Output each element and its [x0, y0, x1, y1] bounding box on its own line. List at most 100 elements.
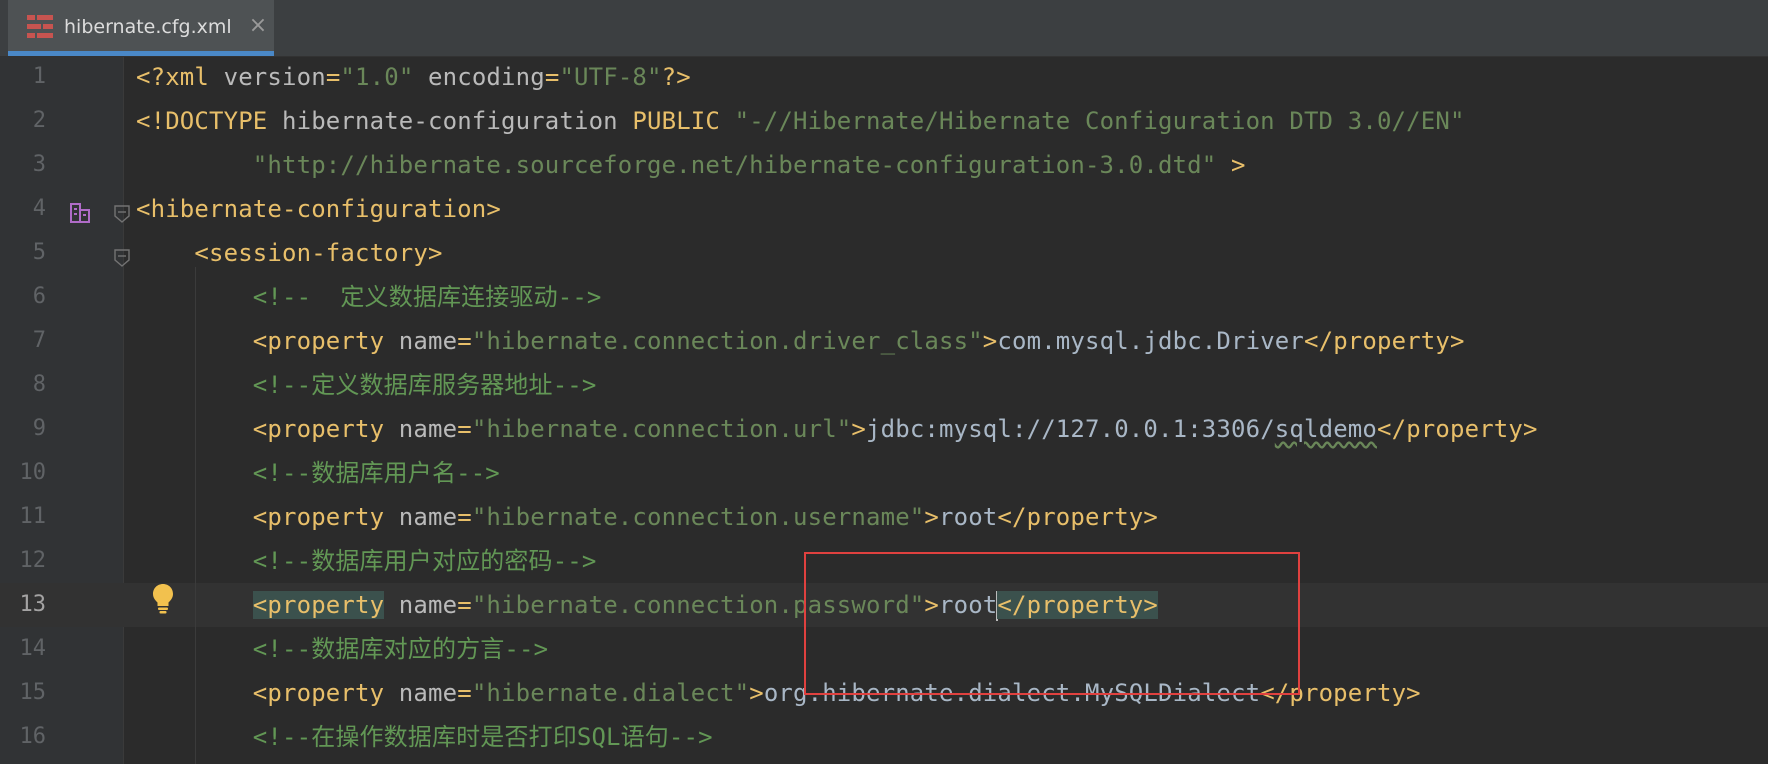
code-token: <property [136, 679, 399, 707]
code-line[interactable]: 5 <session-factory> [0, 231, 1768, 275]
line-number: 16 [19, 724, 47, 749]
code-token: "hibernate.connection.username" [471, 503, 925, 531]
code-token: </property> [997, 503, 1158, 531]
highlight-box [804, 552, 1300, 695]
line-number: 1 [32, 64, 46, 89]
code-token: "1.0" [340, 63, 414, 91]
code-token: > [1216, 151, 1246, 179]
code-line[interactable]: 8 <!--定义数据库服务器地址--> [0, 363, 1768, 407]
code-token: "http://hibernate.sourceforge.net/hibern… [136, 151, 1217, 179]
code-token: = [457, 327, 472, 355]
line-number: 11 [19, 504, 47, 529]
line-number: 9 [32, 416, 46, 441]
code-line[interactable]: 3 "http://hibernate.sourceforge.net/hibe… [0, 143, 1768, 187]
code-text: <?xml version="1.0" encoding="UTF-8"?> [136, 55, 691, 99]
code-token: <!--数据库用户对应的密码--> [136, 547, 597, 575]
code-text: <!--定义数据库服务器地址--> [136, 363, 597, 407]
code-token: ?> [661, 63, 691, 91]
code-token: hibernate-configuration [282, 107, 633, 135]
code-token: <!-- 定义数据库连接驱动--> [136, 283, 602, 311]
code-token: = [544, 63, 560, 91]
code-token: <session-factory> [136, 239, 443, 267]
line-number: 4 [32, 196, 46, 221]
tab-title: hibernate.cfg.xml [64, 16, 232, 38]
code-token: name [398, 415, 458, 443]
code-text: <property name="hibernate.connection.dri… [136, 319, 1465, 363]
tab-hibernate-cfg[interactable]: hibernate.cfg.xml × [8, 0, 274, 56]
line-number: 14 [19, 636, 47, 661]
code-line[interactable]: 7 <property name="hibernate.connection.d… [0, 319, 1768, 363]
code-text: <hibernate-configuration> [136, 187, 501, 231]
code-token: jdbc:mysql://127.0.0.1:3306/ [866, 415, 1275, 443]
code-text: <!--数据库用户对应的密码--> [136, 539, 597, 583]
code-text: <session-factory> [136, 231, 443, 275]
code-text: "http://hibernate.sourceforge.net/hibern… [136, 143, 1246, 187]
code-token: = [457, 591, 472, 619]
code-token: <!--数据库对应的方言--> [136, 635, 549, 663]
line-number: 7 [32, 328, 46, 353]
code-token: name [398, 503, 458, 531]
code-line[interactable]: 1 <?xml version="1.0" encoding="UTF-8"?> [0, 55, 1768, 99]
code-token: <hibernate-configuration> [136, 195, 501, 223]
code-token: "hibernate.connection.url" [471, 415, 852, 443]
code-text: <!-- 定义数据库连接驱动--> [136, 275, 602, 319]
code-token: </property> [1377, 415, 1538, 443]
line-number: 3 [32, 152, 46, 177]
code-token: com.mysql.jdbc.Driver [997, 327, 1304, 355]
code-token: <property [136, 415, 399, 443]
code-line[interactable]: 6 <!-- 定义数据库连接驱动--> [0, 275, 1768, 319]
code-line[interactable]: 10 <!--数据库用户名--> [0, 451, 1768, 495]
code-token: <!--定义数据库服务器地址--> [136, 371, 597, 399]
code-token: <!DOCTYPE [136, 107, 282, 135]
code-token: <?xml [136, 63, 224, 91]
lightbulb-icon[interactable] [148, 581, 178, 615]
close-icon[interactable]: × [247, 13, 269, 39]
code-token: encoding [413, 63, 545, 91]
code-token: = [457, 503, 472, 531]
fold-icon[interactable] [114, 205, 130, 223]
code-line[interactable]: 9 <property name="hibernate.connection.u… [0, 407, 1768, 451]
line-number: 8 [32, 372, 46, 397]
code-token: "hibernate.connection.driver_class" [471, 327, 983, 355]
code-token: <property [136, 503, 399, 531]
line-number: 13 [19, 592, 47, 617]
code-line[interactable]: 11 <property name="hibernate.connection.… [0, 495, 1768, 539]
code-line[interactable]: 2 <!DOCTYPE hibernate-configuration PUBLI… [0, 99, 1768, 143]
code-token: </property> [1304, 327, 1465, 355]
code-text: <property name="hibernate.connection.use… [136, 495, 1158, 539]
code-token: = [457, 679, 472, 707]
code-token: <!--数据库用户名--> [136, 459, 500, 487]
indent-guide [195, 267, 196, 764]
code-text: <!--在操作数据库时是否打印SQL语句--> [136, 715, 713, 759]
code-token: "UTF-8" [559, 63, 662, 91]
code-token: = [325, 63, 341, 91]
structure-icon[interactable] [68, 201, 92, 225]
code-token: > [924, 503, 939, 531]
code-token: version [223, 63, 326, 91]
line-number: 10 [19, 460, 47, 485]
code-token: = [457, 415, 472, 443]
code-token: > [749, 679, 764, 707]
line-number: 12 [19, 548, 47, 573]
code-text: <!DOCTYPE hibernate-configuration PUBLIC… [136, 99, 1465, 143]
code-line[interactable]: 16 <!--在操作数据库时是否打印SQL语句--> [0, 715, 1768, 759]
code-text: <!--数据库对应的方言--> [136, 627, 548, 671]
fold-icon[interactable] [114, 249, 130, 267]
code-token: sqldemo [1274, 415, 1377, 443]
code-token: > [851, 415, 867, 443]
code-line[interactable]: 4 <hibernate-configuration> [0, 187, 1768, 231]
code-token: PUBLIC [632, 107, 735, 135]
code-token: name [398, 679, 458, 707]
code-text: <property name="hibernate.connection.url… [136, 407, 1538, 451]
line-number: 2 [32, 108, 46, 133]
code-token: name [398, 327, 458, 355]
line-number: 5 [32, 240, 46, 265]
code-token: > [982, 327, 998, 355]
code-token: <!--在操作数据库时是否打印SQL语句--> [136, 723, 713, 751]
code-token: "hibernate.dialect" [471, 679, 750, 707]
code-token: <property [136, 327, 399, 355]
code-token: <property [252, 591, 385, 619]
xml-file-icon [26, 14, 54, 40]
code-editor[interactable]: 1 <?xml version="1.0" encoding="UTF-8"?> 2… [0, 57, 1768, 764]
line-number: 6 [32, 284, 46, 309]
